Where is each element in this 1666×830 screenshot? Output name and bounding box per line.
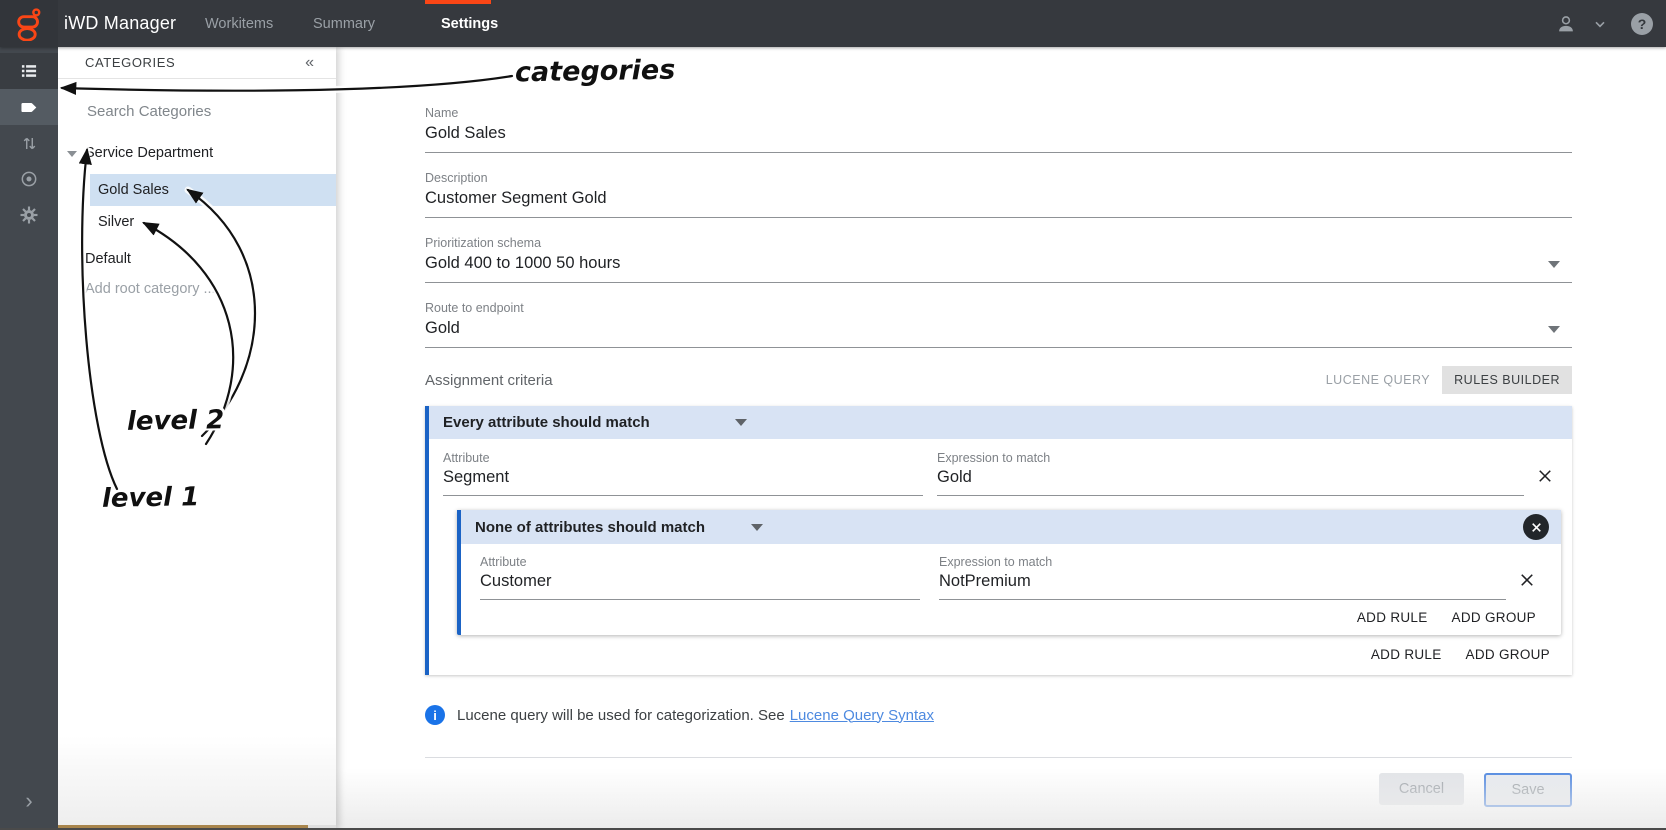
list-icon xyxy=(19,61,39,81)
tree-item-label: Gold Sales xyxy=(90,182,169,198)
tree-item-label: Service Department xyxy=(58,145,213,161)
prioritization-schema-label: Prioritization schema xyxy=(425,236,1572,250)
tree-item-silver[interactable]: Silver xyxy=(90,206,336,238)
dropdown-caret-icon[interactable] xyxy=(1548,326,1560,333)
dropdown-caret-icon[interactable] xyxy=(1548,261,1560,268)
save-button[interactable]: Save xyxy=(1484,773,1572,807)
rail-sort-icon[interactable] xyxy=(0,125,58,161)
group-operator-caret-icon[interactable] xyxy=(751,524,763,531)
route-to-endpoint-label: Route to endpoint xyxy=(425,301,1572,315)
top-app-bar: iWD Manager Workitems Summary Settings ? xyxy=(0,0,1666,47)
help-icon[interactable]: ? xyxy=(1631,0,1653,47)
attribute-value-input[interactable]: Customer xyxy=(480,572,920,600)
rail-list-icon[interactable] xyxy=(0,53,58,89)
nested-group-footer: ADD RULE ADD GROUP xyxy=(461,600,1561,635)
circle-dot-icon xyxy=(19,169,39,189)
rules-group-nested: None of attributes should match Attribut… xyxy=(457,510,1561,635)
outer-group-header[interactable]: Every attribute should match xyxy=(429,406,1572,439)
tree-item-default[interactable]: Default xyxy=(58,244,336,274)
nav-settings[interactable]: Settings xyxy=(441,0,498,47)
rail-settings-icon[interactable] xyxy=(0,197,58,233)
lucene-query-toggle[interactable]: LUCENE QUERY xyxy=(1314,366,1442,394)
expression-label: Expression to match xyxy=(939,555,1506,569)
footer-divider xyxy=(425,757,1572,758)
add-rule-button[interactable]: ADD RULE xyxy=(1371,647,1442,662)
outer-group-footer: ADD RULE ADD GROUP xyxy=(429,635,1572,675)
chevron-down-icon[interactable] xyxy=(1592,0,1608,47)
rules-builder-toggle[interactable]: RULES BUILDER xyxy=(1442,366,1572,394)
cancel-button[interactable]: Cancel xyxy=(1379,773,1464,805)
nested-group-title: None of attributes should match xyxy=(475,519,751,536)
categories-panel: CATEGORIES « Service Department Gold Sal… xyxy=(58,47,336,830)
active-tab-indicator xyxy=(425,0,491,4)
search-categories-input[interactable] xyxy=(85,102,309,121)
rules-group-outer: Every attribute should match Attribute S… xyxy=(425,406,1572,675)
name-field-value[interactable]: Gold Sales xyxy=(425,124,1572,153)
prioritization-schema-text: Gold 400 to 1000 50 hours xyxy=(425,254,620,272)
tree-item-service-department[interactable]: Service Department xyxy=(58,138,336,168)
lucene-query-syntax-link[interactable]: Lucene Query Syntax xyxy=(790,707,934,724)
attribute-label: Attribute xyxy=(443,451,923,465)
tree-item-label: Add root category ... xyxy=(58,281,216,297)
left-icon-rail: › xyxy=(0,47,58,830)
tag-icon xyxy=(19,97,40,118)
outer-group-title: Every attribute should match xyxy=(443,414,735,431)
help-question-glyph: ? xyxy=(1631,13,1653,35)
prioritization-schema-select[interactable]: Prioritization schema Gold 400 to 1000 5… xyxy=(425,236,1572,283)
tree-item-label: Default xyxy=(58,251,131,267)
form-actions: Cancel Save xyxy=(425,773,1572,807)
lucene-info-note: i Lucene query will be used for categori… xyxy=(425,705,1572,725)
categories-panel-header: CATEGORIES « xyxy=(58,47,336,79)
nav-summary[interactable]: Summary xyxy=(313,0,375,47)
category-tree: Service Department Gold Sales Silver Def… xyxy=(58,138,336,304)
info-icon: i xyxy=(425,705,445,725)
nav-workitems[interactable]: Workitems xyxy=(205,0,273,47)
rail-expand-icon[interactable]: › xyxy=(0,790,58,812)
rule-row-customer: Attribute Customer Expression to match N… xyxy=(461,544,1561,600)
name-field[interactable]: Name Gold Sales xyxy=(425,106,1572,153)
tree-expand-caret-icon[interactable] xyxy=(67,151,77,157)
route-to-endpoint-value[interactable]: Gold xyxy=(425,319,1572,348)
attribute-label: Attribute xyxy=(480,555,920,569)
expression-value-input[interactable]: Gold xyxy=(937,468,1524,496)
rail-record-icon[interactable] xyxy=(0,161,58,197)
iwd-manager-screen: iWD Manager Workitems Summary Settings ? xyxy=(0,0,1666,830)
route-to-endpoint-select[interactable]: Route to endpoint Gold xyxy=(425,301,1572,348)
sort-arrows-icon xyxy=(20,134,39,153)
user-account-icon[interactable] xyxy=(1555,0,1577,47)
gear-icon xyxy=(19,205,39,225)
genesys-logo-icon[interactable] xyxy=(0,0,58,47)
nested-group-header[interactable]: None of attributes should match xyxy=(461,510,1561,544)
criteria-mode-toggle: LUCENE QUERY RULES BUILDER xyxy=(1314,366,1572,394)
category-detail-pane: Name Gold Sales Description Customer Seg… xyxy=(336,47,1666,830)
remove-rule-icon[interactable] xyxy=(1536,467,1554,485)
collapse-panel-icon[interactable]: « xyxy=(305,54,336,72)
tree-item-label: Silver xyxy=(90,214,134,230)
rail-categories-tag-icon[interactable] xyxy=(0,89,58,125)
add-group-button[interactable]: ADD GROUP xyxy=(1466,647,1550,662)
group-operator-caret-icon[interactable] xyxy=(735,419,747,426)
remove-group-icon[interactable] xyxy=(1523,514,1549,540)
tree-item-gold-sales[interactable]: Gold Sales xyxy=(90,174,336,206)
tree-item-add-root-category[interactable]: Add root category ... xyxy=(58,274,336,304)
route-to-endpoint-text: Gold xyxy=(425,319,460,337)
categories-panel-title: CATEGORIES xyxy=(58,55,305,70)
attribute-value-input[interactable]: Segment xyxy=(443,468,923,496)
app-title: iWD Manager xyxy=(64,0,176,47)
add-group-button[interactable]: ADD GROUP xyxy=(1452,610,1536,625)
assignment-criteria-label: Assignment criteria xyxy=(425,372,553,389)
remove-rule-icon[interactable] xyxy=(1518,571,1536,589)
description-field-value[interactable]: Customer Segment Gold xyxy=(425,189,1572,218)
prioritization-schema-value[interactable]: Gold 400 to 1000 50 hours xyxy=(425,254,1572,283)
name-field-label: Name xyxy=(425,106,1572,120)
info-text: Lucene query will be used for categoriza… xyxy=(457,707,934,724)
description-field[interactable]: Description Customer Segment Gold xyxy=(425,171,1572,218)
add-rule-button[interactable]: ADD RULE xyxy=(1357,610,1428,625)
expression-label: Expression to match xyxy=(937,451,1524,465)
expression-value-input[interactable]: NotPremium xyxy=(939,572,1506,600)
info-text-body: Lucene query will be used for categoriza… xyxy=(457,707,785,724)
rule-row-segment: Attribute Segment Expression to match Go… xyxy=(429,439,1572,496)
description-field-label: Description xyxy=(425,171,1572,185)
